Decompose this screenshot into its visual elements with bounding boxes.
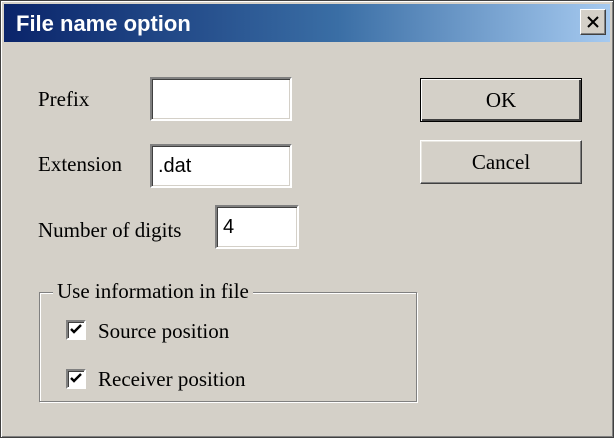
receiver-position-checkbox[interactable]: [66, 369, 86, 389]
prefix-input[interactable]: [150, 77, 292, 121]
dialog-title: File name option: [16, 11, 191, 36]
source-position-label: Source position: [98, 319, 230, 343]
groupbox-title: Use information in file: [53, 279, 253, 304]
prefix-label: Prefix: [38, 87, 90, 111]
receiver-position-label: Receiver position: [98, 367, 246, 391]
file-name-option-dialog: File name option Prefix Extension Number…: [0, 0, 614, 438]
extension-label: Extension: [38, 152, 122, 176]
checkmark-icon: [70, 324, 82, 334]
checkmark-icon: [70, 373, 82, 383]
close-button[interactable]: [580, 9, 606, 35]
close-icon: [587, 16, 599, 28]
ok-button[interactable]: OK: [420, 78, 582, 122]
title-bar[interactable]: File name option: [4, 4, 610, 42]
digits-label: Number of digits: [38, 218, 182, 242]
source-position-checkbox[interactable]: [66, 320, 86, 340]
cancel-button[interactable]: Cancel: [420, 140, 582, 184]
digits-input[interactable]: [215, 205, 299, 249]
extension-input[interactable]: [150, 144, 292, 188]
